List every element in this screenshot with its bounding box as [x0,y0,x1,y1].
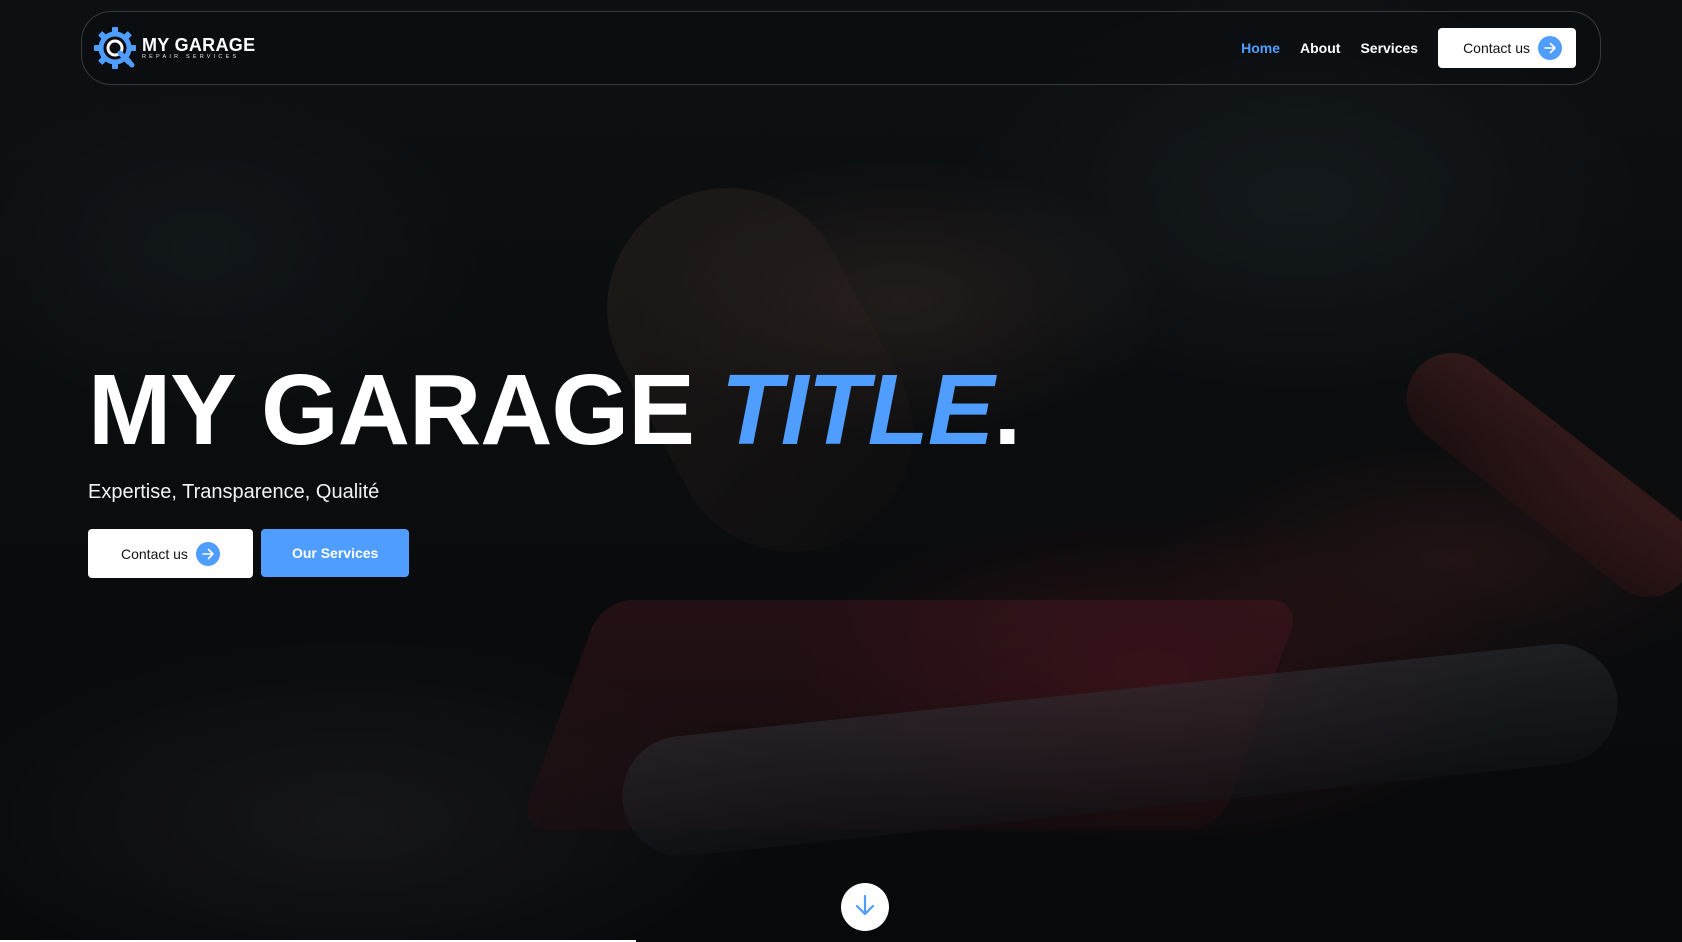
nav-link-home[interactable]: Home [1241,40,1280,56]
navbar: MY GARAGE REPAIR SERVICES Home About Ser… [81,11,1601,85]
gear-wrench-icon [92,25,138,71]
arrow-down-icon [853,893,877,922]
nav-contact-label: Contact us [1463,40,1530,56]
hero-title: MY GARAGE TITLE. [88,360,1021,460]
nav-link-services[interactable]: Services [1360,40,1418,56]
arrow-right-icon [1538,36,1562,60]
hero-contact-label: Contact us [121,545,188,562]
our-services-button[interactable]: Our Services [260,529,410,577]
background-red-hose-shape [1388,334,1682,616]
hero-subtitle: Expertise, Transparence, Qualité [88,481,380,503]
brand-tagline: REPAIR SERVICES [142,53,240,60]
brand-logo-link[interactable]: MY GARAGE REPAIR SERVICES [92,25,255,71]
nav-contact-button[interactable]: Contact us [1438,28,1576,68]
hero-contact-button[interactable]: Contact us [88,529,253,578]
background-hose-shape [616,638,1624,862]
arrow-right-icon [195,541,220,566]
nav-link-about[interactable]: About [1300,40,1340,56]
hero-section: MY GARAGE REPAIR SERVICES Home About Ser… [0,0,1682,942]
hero-content: MY GARAGE TITLE. Expertise, Transparence… [88,360,1021,578]
scroll-down-button[interactable] [841,883,889,931]
brand-name: MY GARAGE [142,34,256,55]
hero-title-accent: TITLE [720,354,995,466]
hero-title-main: MY GARAGE [88,354,695,466]
hero-title-period: . [993,354,1021,466]
background-engine-shape [518,600,1302,830]
hero-cta-row: Contact us Our Services [88,529,1020,578]
